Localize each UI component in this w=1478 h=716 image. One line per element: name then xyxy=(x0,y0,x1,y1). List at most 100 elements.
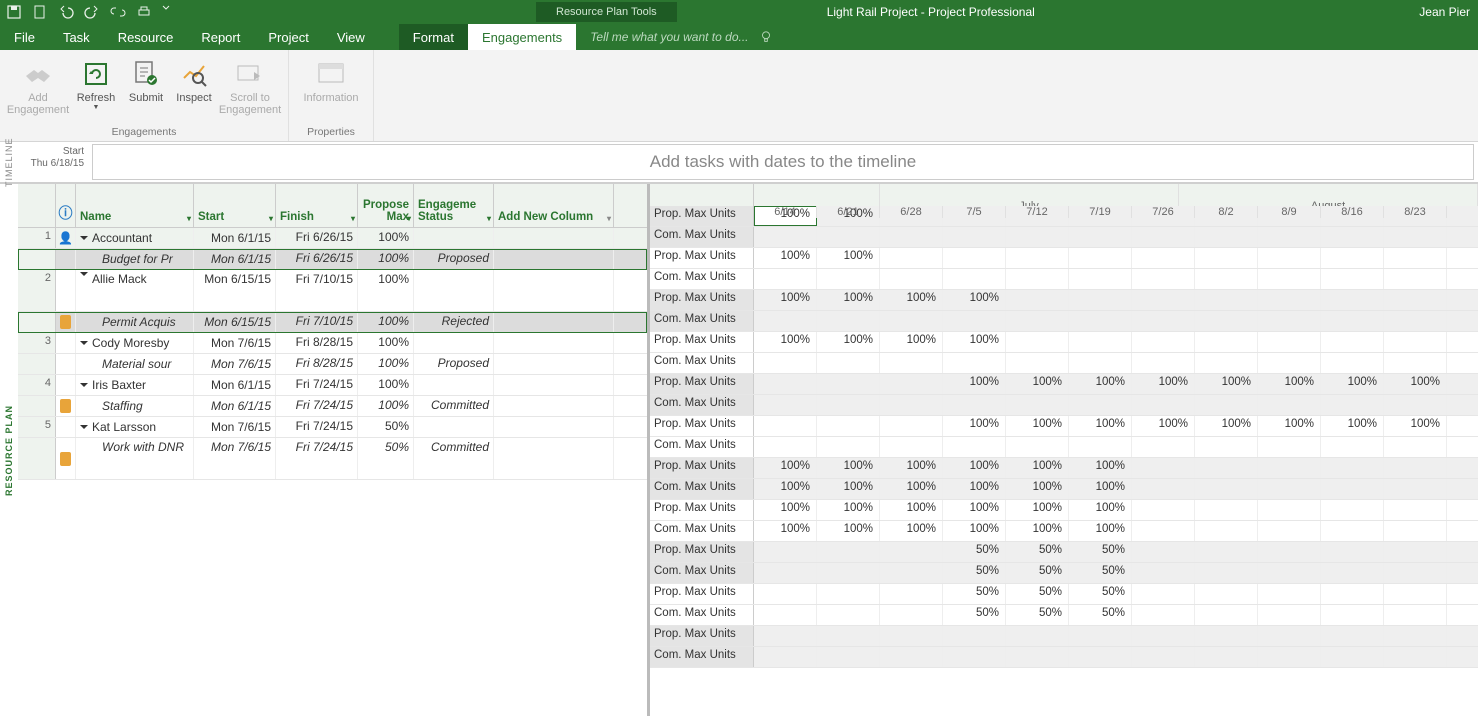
timephased-cell[interactable] xyxy=(754,542,817,562)
timephased-cell[interactable] xyxy=(754,311,817,331)
timephased-cell[interactable] xyxy=(817,626,880,646)
timephased-cell[interactable] xyxy=(1069,437,1132,457)
timephased-cell[interactable]: 100% xyxy=(943,479,1006,499)
timephased-cell[interactable] xyxy=(1132,563,1195,583)
timephased-cell[interactable] xyxy=(880,311,943,331)
timephased-cell[interactable] xyxy=(1258,479,1321,499)
timephased-cell[interactable] xyxy=(1258,584,1321,604)
timephased-cell[interactable] xyxy=(1321,458,1384,478)
table-row[interactable]: 1👤AccountantMon 6/1/15Fri 6/26/15100% xyxy=(18,228,647,249)
timephased-cell[interactable]: 50% xyxy=(943,563,1006,583)
timephased-cell[interactable]: 100% xyxy=(943,458,1006,478)
timephased-cell[interactable]: 100% xyxy=(754,290,817,310)
timephased-cell[interactable] xyxy=(1384,542,1447,562)
table-row[interactable]: Permit AcquisMon 6/15/15Fri 7/10/15100%R… xyxy=(18,312,647,333)
timephased-cell[interactable] xyxy=(1069,332,1132,352)
add-engagement-button[interactable]: Add Engagement xyxy=(8,54,68,124)
timephased-row[interactable]: Prop. Max Units xyxy=(650,626,1478,647)
timephased-cell[interactable]: 100% xyxy=(1069,458,1132,478)
timephased-cell[interactable]: 100% xyxy=(1006,416,1069,436)
refresh-button[interactable]: Refresh ▼ xyxy=(72,54,120,124)
timephased-cell[interactable] xyxy=(1132,479,1195,499)
timephased-cell[interactable] xyxy=(1258,311,1321,331)
timephased-cell[interactable] xyxy=(1006,647,1069,667)
tab-file[interactable]: File xyxy=(0,24,49,50)
timephased-cell[interactable] xyxy=(1132,353,1195,373)
timephased-cell[interactable] xyxy=(1258,290,1321,310)
timephased-cell[interactable] xyxy=(1321,500,1384,520)
timephased-row[interactable]: Com. Max Units xyxy=(650,395,1478,416)
timephased-cell[interactable] xyxy=(1321,269,1384,289)
timephased-cell[interactable] xyxy=(1006,248,1069,268)
print-icon[interactable] xyxy=(136,4,152,20)
timephased-cell[interactable] xyxy=(754,269,817,289)
week-header[interactable]: 7/5 xyxy=(943,206,1006,218)
scroll-to-engagement-button[interactable]: Scroll to Engagement xyxy=(220,54,280,124)
timephased-cell[interactable] xyxy=(880,416,943,436)
timephased-cell[interactable]: 100% xyxy=(1006,521,1069,541)
save-icon[interactable] xyxy=(6,4,22,20)
table-row[interactable]: StaffingMon 6/1/15Fri 7/24/15100%Committ… xyxy=(18,396,647,417)
timephased-cell[interactable]: 50% xyxy=(1069,563,1132,583)
timephased-cell[interactable] xyxy=(1384,395,1447,415)
timeline-body[interactable]: Add tasks with dates to the timeline xyxy=(92,144,1474,180)
timephased-cell[interactable] xyxy=(880,248,943,268)
timephased-cell[interactable]: 100% xyxy=(754,479,817,499)
timephased-cell[interactable] xyxy=(817,416,880,436)
timephased-cell[interactable] xyxy=(1321,647,1384,667)
timephased-cell[interactable] xyxy=(754,395,817,415)
timephased-cell[interactable] xyxy=(1195,500,1258,520)
timephased-cell[interactable] xyxy=(1321,563,1384,583)
timephased-cell[interactable] xyxy=(817,227,880,247)
timephased-cell[interactable] xyxy=(1195,626,1258,646)
timephased-cell[interactable] xyxy=(1321,311,1384,331)
timephased-cell[interactable]: 50% xyxy=(1006,584,1069,604)
timephased-row[interactable]: Com. Max Units100%100%100%100%100%100% xyxy=(650,521,1478,542)
timephased-row[interactable]: Prop. Max Units50%50%50% xyxy=(650,542,1478,563)
timephased-cell[interactable] xyxy=(1132,248,1195,268)
timephased-cell[interactable] xyxy=(1384,332,1447,352)
timephased-cell[interactable]: 50% xyxy=(1069,605,1132,625)
timephased-cell[interactable] xyxy=(754,647,817,667)
timephased-cell[interactable] xyxy=(1258,248,1321,268)
tab-format[interactable]: Format xyxy=(399,24,468,50)
timephased-cell[interactable] xyxy=(1195,458,1258,478)
link-icon[interactable] xyxy=(110,4,126,20)
timephased-cell[interactable] xyxy=(1132,521,1195,541)
timephased-cell[interactable] xyxy=(1258,542,1321,562)
timephased-cell[interactable] xyxy=(1069,311,1132,331)
timephased-cell[interactable] xyxy=(1384,521,1447,541)
week-header[interactable]: 6/14 xyxy=(754,206,817,218)
timephased-row[interactable]: Prop. Max Units100%100%100%100%100%100% xyxy=(650,458,1478,479)
timephased-cell[interactable] xyxy=(1069,626,1132,646)
timephased-cell[interactable]: 100% xyxy=(1069,500,1132,520)
timephased-cell[interactable] xyxy=(1258,521,1321,541)
timephased-cell[interactable]: 50% xyxy=(943,605,1006,625)
timephased-cell[interactable]: 100% xyxy=(1006,458,1069,478)
filter-arrow-icon[interactable]: ▾ xyxy=(187,214,191,223)
timephased-cell[interactable] xyxy=(1321,605,1384,625)
timephased-cell[interactable]: 100% xyxy=(817,500,880,520)
timephased-cell[interactable]: 100% xyxy=(1132,416,1195,436)
timephased-cell[interactable]: 100% xyxy=(880,500,943,520)
week-header[interactable]: 8/2 xyxy=(1195,206,1258,218)
timephased-row[interactable]: Prop. Max Units100%100%100%100% xyxy=(650,332,1478,353)
timephased-cell[interactable] xyxy=(754,563,817,583)
collapse-caret-icon[interactable] xyxy=(80,236,88,240)
timephased-row[interactable]: Com. Max Units xyxy=(650,353,1478,374)
timephased-cell[interactable] xyxy=(1132,626,1195,646)
timephased-cell[interactable] xyxy=(1006,395,1069,415)
timephased-cell[interactable] xyxy=(1321,437,1384,457)
timephased-cell[interactable] xyxy=(1258,353,1321,373)
timephased-cell[interactable] xyxy=(1195,311,1258,331)
col-indicator[interactable]: ⓘ xyxy=(56,184,76,227)
timephased-cell[interactable] xyxy=(1258,332,1321,352)
timephased-cell[interactable] xyxy=(1006,311,1069,331)
qat-dropdown-icon[interactable] xyxy=(162,4,170,20)
col-status[interactable]: Engageme Status▾ xyxy=(414,184,494,227)
timephased-cell[interactable] xyxy=(1384,584,1447,604)
tab-task[interactable]: Task xyxy=(49,24,104,50)
col-name[interactable]: Name▾ xyxy=(76,184,194,227)
timephased-cell[interactable] xyxy=(1132,269,1195,289)
timephased-cell[interactable]: 50% xyxy=(1069,542,1132,562)
